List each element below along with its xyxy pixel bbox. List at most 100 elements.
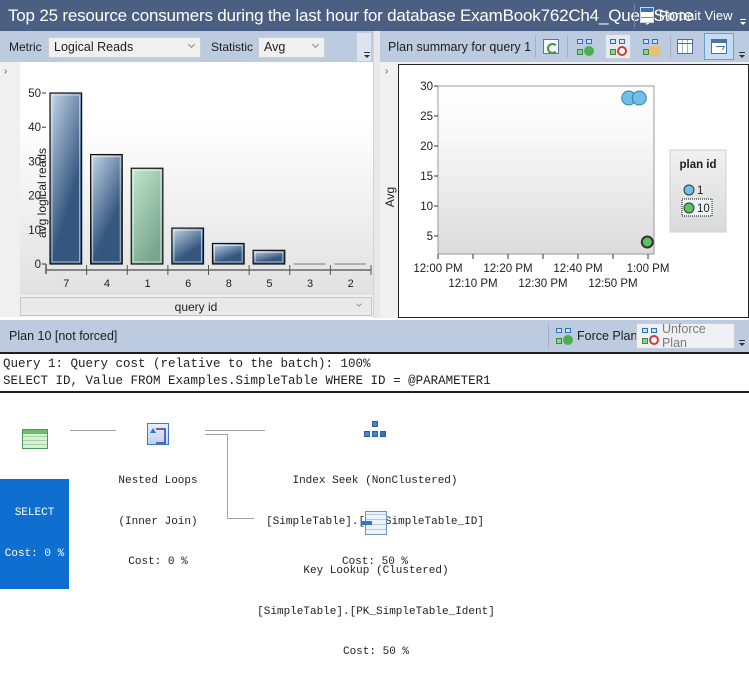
scatter-plot-area bbox=[437, 85, 655, 255]
x-tick-label: 12:00 PM bbox=[413, 263, 462, 275]
unforce-plan-label: Unforce Plan bbox=[661, 322, 706, 350]
legend-label-10: 10 bbox=[697, 203, 710, 215]
y-tick-label: 20 bbox=[420, 141, 433, 153]
divider bbox=[0, 391, 749, 393]
metric-value: Logical Reads bbox=[54, 40, 134, 54]
metric-label: Metric bbox=[9, 40, 42, 54]
bar-4 bbox=[90, 153, 123, 265]
force-plan-icon bbox=[555, 327, 573, 345]
statistic-value: Avg bbox=[264, 40, 286, 54]
operator-cost: Cost: 0 % bbox=[4, 547, 65, 560]
title-bar: Top 25 resource consumers during the las… bbox=[0, 0, 749, 31]
bar-8 bbox=[211, 242, 245, 265]
chevron-down-icon bbox=[187, 40, 196, 49]
x-tick-label: 1 bbox=[145, 278, 151, 290]
compare-plans-icon bbox=[642, 38, 660, 56]
legend-marker-10 bbox=[683, 202, 695, 214]
unforce-plan-icon bbox=[609, 38, 627, 56]
chart-view-button[interactable] bbox=[704, 33, 734, 60]
compare-plans-button[interactable] bbox=[638, 34, 664, 59]
divider bbox=[670, 36, 671, 58]
y-tick-label: 5 bbox=[427, 231, 433, 243]
divider bbox=[567, 36, 568, 58]
data-point-plan-10 bbox=[640, 235, 654, 249]
y-tick-label: 20 bbox=[28, 191, 41, 203]
x-tick-label: 2 bbox=[348, 278, 354, 290]
x-tick-label: 12:20 PM bbox=[483, 263, 532, 275]
scatter-chart: Avg 5 10 15 20 25 30 12:00 PM 12:10 PM 12:20 PM 12… bbox=[383, 81, 727, 290]
y-tick-label: 40 bbox=[28, 122, 41, 134]
y-tick-label: 50 bbox=[28, 88, 41, 100]
key-lookup-icon bbox=[362, 511, 387, 535]
plan-operator-key-lookup[interactable]: Key Lookup (Clustered) [SimpleTable].[PK… bbox=[252, 484, 500, 687]
toolbar-overflow-icon[interactable] bbox=[737, 49, 747, 61]
query-text: SELECT ID, Value FROM Examples.SimpleTab… bbox=[3, 374, 491, 388]
legend-marker-1 bbox=[683, 184, 695, 196]
bar-7 bbox=[49, 92, 83, 265]
bar-1 bbox=[130, 167, 164, 265]
statistic-label: Statistic bbox=[211, 40, 254, 54]
execution-plan: Query 1: Query cost (relative to the bat… bbox=[0, 352, 749, 658]
x-tick-label: 3 bbox=[307, 278, 313, 290]
unforce-plan-toolbar-button[interactable] bbox=[605, 34, 631, 59]
x-tick-label: 4 bbox=[104, 278, 110, 290]
data-point-plan-1 bbox=[631, 90, 647, 106]
portrait-view-label: Portrait View bbox=[659, 7, 733, 23]
x-tick-label: 12:50 PM bbox=[588, 278, 637, 290]
operator-cost: Cost: 50 % bbox=[342, 646, 409, 658]
legend-title: plan id bbox=[679, 159, 716, 171]
plan-title: Plan 10 [not forced] bbox=[9, 329, 118, 343]
x-tick-label: 5 bbox=[266, 278, 272, 290]
refresh-icon bbox=[543, 39, 559, 54]
plan-connector bbox=[227, 434, 228, 518]
nested-loops-icon bbox=[147, 423, 169, 445]
legend-label-1: 1 bbox=[697, 185, 703, 197]
operator-detail: (Inner Join) bbox=[118, 515, 198, 528]
portrait-view-icon bbox=[640, 7, 654, 23]
x-tick-label: 12:30 PM bbox=[518, 278, 567, 290]
force-plan-icon bbox=[576, 38, 594, 56]
x-axis-dropdown[interactable]: query id bbox=[20, 297, 372, 316]
y-tick-label: 30 bbox=[420, 81, 433, 93]
y-tick-label: 10 bbox=[420, 201, 433, 213]
x-tick-label: 12:40 PM bbox=[553, 263, 602, 275]
x-axis-label: query id bbox=[174, 300, 218, 314]
x-tick-label: 1:00 PM bbox=[627, 263, 670, 275]
toolbar-overflow-icon[interactable] bbox=[737, 337, 747, 349]
operator-name: Nested Loops bbox=[118, 475, 198, 487]
plan-operator-select[interactable]: SELECT Cost: 0 % bbox=[0, 402, 69, 616]
divider bbox=[634, 4, 635, 28]
operator-cost: Cost: 0 % bbox=[128, 556, 188, 568]
unforce-plan-button[interactable]: Unforce Plan bbox=[636, 322, 735, 350]
bar-chart: 0 10 20 30 40 50 7 4 1 6 8 5 3 2 bbox=[28, 88, 372, 290]
grid-view-button[interactable] bbox=[672, 34, 698, 59]
y-tick-label: 10 bbox=[28, 225, 41, 237]
toolbar-overflow-icon[interactable] bbox=[362, 49, 372, 61]
y-tick-label: 0 bbox=[35, 259, 41, 271]
force-plan-label: Force Plan bbox=[577, 329, 638, 343]
plan-summary-title: Plan summary for query 1 bbox=[388, 40, 532, 54]
grid-view-icon bbox=[677, 39, 693, 54]
unforce-plan-icon bbox=[641, 327, 659, 345]
operator-name: Key Lookup (Clustered) bbox=[303, 565, 449, 577]
chevron-down-icon bbox=[311, 40, 320, 49]
metric-toolbar: Metric Logical Reads Statistic Avg bbox=[0, 31, 373, 62]
plan-toolbar: Plan 10 [not forced] Force Plan Unforce … bbox=[0, 320, 749, 352]
portrait-view-button[interactable]: Portrait View bbox=[640, 4, 732, 26]
force-plan-button[interactable]: Force Plan bbox=[551, 323, 641, 349]
chart-view-icon bbox=[711, 39, 727, 54]
force-plan-toolbar-button[interactable] bbox=[572, 34, 598, 59]
toolbar-overflow-icon[interactable] bbox=[738, 16, 748, 28]
pane-splitter[interactable] bbox=[373, 31, 380, 318]
index-seek-icon bbox=[364, 421, 386, 445]
plan-operator-nested-loops[interactable]: Nested Loops (Inner Join) Cost: 0 % bbox=[100, 396, 216, 597]
y-axis-label: Avg bbox=[383, 187, 397, 207]
x-tick-label: 6 bbox=[185, 278, 191, 290]
metric-dropdown[interactable]: Logical Reads bbox=[48, 37, 201, 58]
select-operator-label: SELECT Cost: 0 % bbox=[0, 479, 69, 589]
x-tick-label: 12:10 PM bbox=[448, 278, 497, 290]
query-cost-text: Query 1: Query cost (relative to the bat… bbox=[3, 357, 371, 371]
report-title: Top 25 resource consumers during the las… bbox=[8, 6, 694, 25]
statistic-dropdown[interactable]: Avg bbox=[258, 37, 325, 58]
refresh-button[interactable] bbox=[538, 34, 564, 59]
